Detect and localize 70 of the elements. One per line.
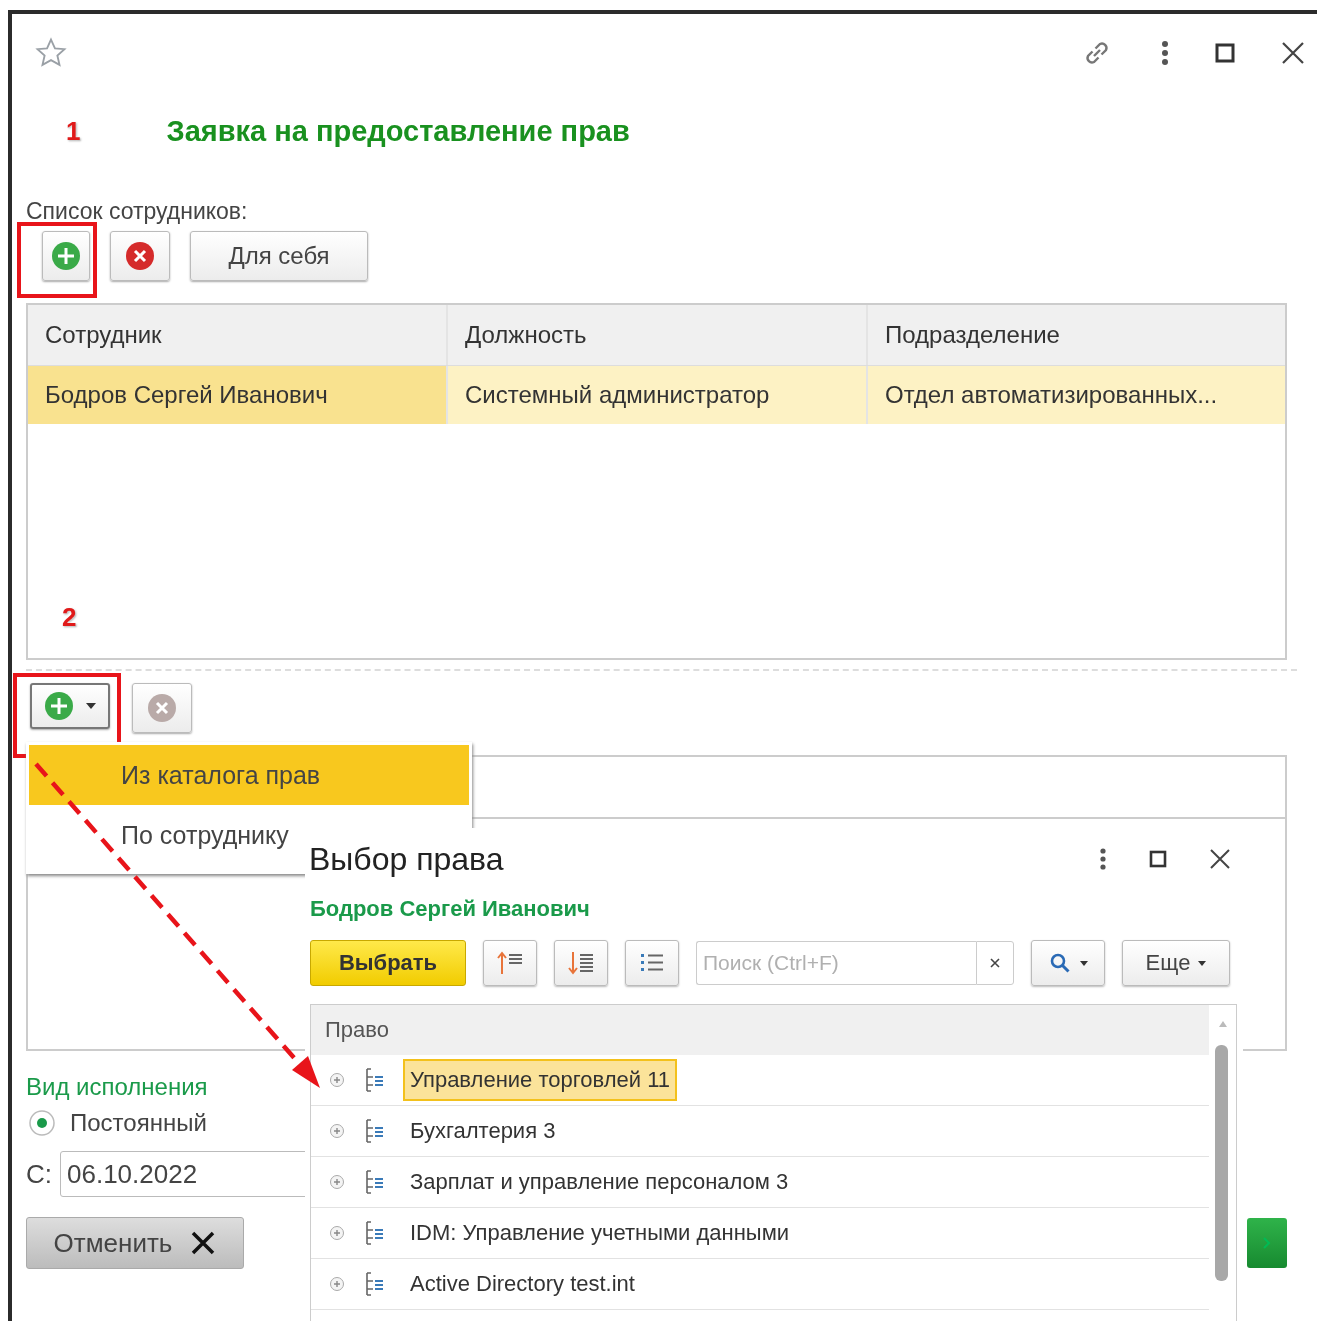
menu-item[interactable]: Из каталога прав <box>29 745 469 805</box>
caret-icon <box>1198 960 1207 966</box>
tree-row[interactable]: Зарплат и управление персоналом 3 <box>311 1157 1209 1208</box>
caret-icon <box>86 703 96 709</box>
clear-icon[interactable] <box>989 957 1001 969</box>
tree-row[interactable]: Бухгалтерия 3 <box>311 1106 1209 1157</box>
column-header[interactable]: Право <box>311 1005 1209 1055</box>
add-dropdown-button[interactable] <box>30 683 110 729</box>
employee-name: Бодров Сергей Иванович <box>310 896 591 922</box>
tree-row[interactable]: Управление торговлей 11 <box>311 1055 1209 1106</box>
table-cell: Системный администратор <box>448 366 868 424</box>
step-marker: 1 <box>66 115 81 147</box>
maximize-icon[interactable] <box>1215 43 1235 63</box>
execution-label: Вид исполнения <box>26 1073 208 1101</box>
add-button[interactable] <box>42 231 90 281</box>
tree-item-label: Управление торговлей 11 <box>403 1059 677 1101</box>
tree-row[interactable]: IDM: Управление учетными данными <box>311 1208 1209 1259</box>
tree-row[interactable]: Active Directory test.int <box>311 1259 1209 1310</box>
for-self-button[interactable]: Для себя <box>190 231 368 281</box>
search-field[interactable]: Поиск (Ctrl+F) <box>696 941 976 985</box>
add-icon <box>51 241 81 271</box>
tree-icon <box>363 1067 385 1093</box>
more-button[interactable]: Еще <box>1122 940 1230 986</box>
delete-icon <box>147 693 177 723</box>
radio-option[interactable]: Постоянный <box>28 1109 207 1137</box>
employees-label: Список сотрудников: <box>26 198 249 225</box>
table-cell: Бодров Сергей Иванович <box>28 366 448 424</box>
sort-ascending-button[interactable] <box>483 940 537 986</box>
maximize-icon[interactable] <box>1149 850 1167 868</box>
close-icon <box>190 1230 217 1256</box>
delete-button[interactable] <box>110 231 170 281</box>
step-marker: 2 <box>62 602 77 633</box>
expand-icon[interactable] <box>329 1123 345 1139</box>
dialog-title: Выбор права <box>308 840 504 878</box>
select-button[interactable]: Выбрать <box>310 940 466 986</box>
table-row[interactable]: Бодров Сергей Иванович Системный администратор Отдел автоматизированных... <box>28 366 1285 424</box>
window-title: Заявка на предоставление прав <box>166 114 630 148</box>
list-view-button[interactable] <box>625 940 679 986</box>
sort-ascending-icon <box>496 950 524 976</box>
delete-icon <box>125 241 155 271</box>
expand-icon[interactable] <box>329 1276 345 1292</box>
tree-item-label: Active Directory test.int <box>409 1270 636 1298</box>
table-cell-text: Отдел автоматизированных... <box>884 380 1219 410</box>
column-header[interactable]: Подразделение <box>868 305 1285 365</box>
tree-icon <box>363 1271 385 1297</box>
tree-icon <box>363 1118 385 1144</box>
cancel-button[interactable]: Отменить <box>26 1217 244 1269</box>
date-value: 06.10.2022 <box>67 1158 198 1190</box>
search-options-button[interactable] <box>1031 940 1105 986</box>
tree-item-label: IDM: Управление учетными данными <box>409 1219 791 1247</box>
expand-icon[interactable] <box>329 1072 345 1088</box>
sort-descending-icon <box>567 950 595 976</box>
more-icon[interactable] <box>1161 40 1169 66</box>
close-icon[interactable] <box>1209 848 1231 870</box>
radio-label: Постоянный <box>70 1109 207 1137</box>
expand-icon[interactable] <box>329 1174 345 1190</box>
chevron-icon <box>1262 1236 1272 1250</box>
close-icon[interactable] <box>1281 41 1305 65</box>
date-label: С: <box>26 1158 52 1190</box>
tree-item-label: Бухгалтерия 3 <box>409 1117 557 1145</box>
star-icon[interactable] <box>34 36 68 70</box>
caret-icon <box>1080 960 1088 966</box>
tree-item-label: Зарплат и управление персоналом 3 <box>409 1168 790 1196</box>
tree-icon <box>363 1169 385 1195</box>
search-icon <box>1048 951 1072 975</box>
sort-descending-button[interactable] <box>554 940 608 986</box>
more-icon[interactable] <box>1099 847 1107 871</box>
tree-icon <box>363 1220 385 1246</box>
expand-icon[interactable] <box>329 1225 345 1241</box>
add-icon <box>44 691 74 721</box>
